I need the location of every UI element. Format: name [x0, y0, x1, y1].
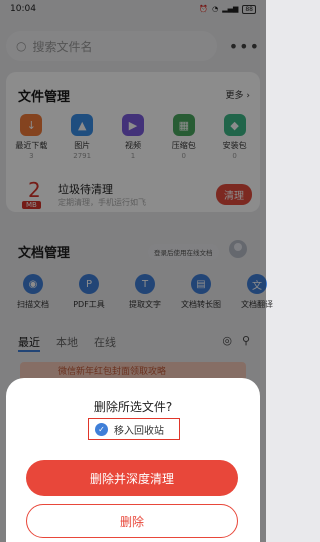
delete-dialog: 删除所选文件? ✓ 移入回收站 删除并深度清理 删除	[6, 378, 260, 542]
recycle-label: 移入回收站	[114, 425, 164, 437]
delete-button[interactable]: 删除	[26, 504, 238, 538]
move-to-recycle-option[interactable]: ✓ 移入回收站	[88, 418, 180, 440]
delete-deep-clean-button[interactable]: 删除并深度清理	[26, 460, 238, 496]
checkmark-icon: ✓	[95, 422, 108, 436]
dialog-title: 删除所选文件?	[93, 400, 173, 414]
